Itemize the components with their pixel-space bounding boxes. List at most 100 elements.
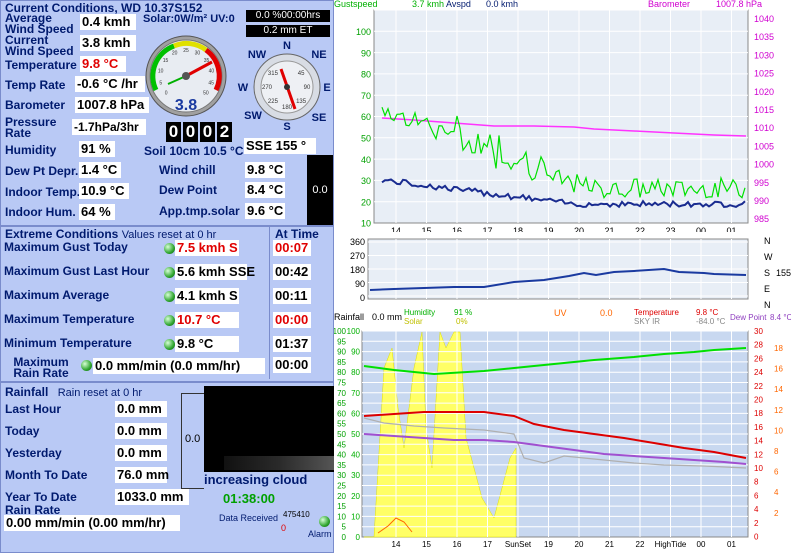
humidity-axis-label: 80 [351,368,360,377]
svg-text:Humidity: Humidity [404,308,435,317]
extreme-row-value: 7.5 kmh S [175,240,239,256]
baro-axis-label: 990 [754,196,769,206]
data-received-count: 475410 [283,510,310,519]
status-led-icon [164,291,175,302]
extreme-row-value: 4.1 kmh S [175,288,239,304]
humidity-axis-label: 70 [351,389,360,398]
extreme-row-value: 5.6 kmh SSE [175,264,256,280]
baro-axis-label: 1020 [754,87,774,97]
rainfall-row-value: 0.0 mm [115,423,167,439]
extreme-row-time: 00:00 [273,312,311,328]
alarm-label[interactable]: Alarm [308,529,332,539]
extreme-row-time: 00:00 [273,357,311,373]
temperature-axis-label: 30 [754,327,763,336]
rainfall-axis-label: 30 [337,471,346,480]
wind-barometer-graph: Gustspeed 3.7 kmh Avspd 0.0 kmh Baromete… [334,0,774,232]
svg-text:1007.8 hPa: 1007.8 hPa [716,0,762,9]
time-axis-label: 14 [392,540,401,549]
cur-wind-label: Current Wind Speed [5,33,74,58]
dewpoint-axis-label: 4 [774,488,779,497]
rainfall-axis-label: 20 [337,492,346,501]
barometer-value: 1007.8 hPa [75,97,149,113]
direction-axis-label: 180 [350,265,365,275]
gauge-tick-label: 0 [165,91,168,97]
extreme-row-label: Maximum Rain Rate [13,355,69,380]
extreme-row-time: 00:11 [273,288,311,304]
temperature-axis-label: 8 [754,478,759,487]
direction-compass-label: S [764,268,770,278]
svg-text:8.4 °C: 8.4 °C [770,313,791,322]
svg-text:N: N [283,40,291,52]
svg-text:9.8 °C: 9.8 °C [696,308,719,317]
humidity-axis-label: 60 [351,409,360,418]
svg-text:Temperature: Temperature [634,308,679,317]
indoor-temp-value: 10.9 °C [79,183,129,199]
status-led-icon [164,339,175,350]
rainfall-row-value: 1033.0 mm [115,489,189,505]
rainfall-axis-label: 15 [337,502,346,511]
gauge-tick-label: 40 [209,69,215,75]
extreme-conditions-panel: Extreme Conditions Values reset at 0 hr … [0,226,334,382]
direction-current-value: 155 [776,268,791,278]
temperature-axis-label: 6 [754,491,759,500]
rainfall-row-label: Yesterday [5,446,62,460]
solar-black-box: 0.0 [307,155,333,225]
gauge-tick-label: 10 [158,69,164,75]
time-axis-label: SunSet [505,540,532,549]
status-led-icon [164,315,175,326]
extreme-row-value: 0.0 mm/min (0.0 mm/hr) [93,358,265,374]
status-led-icon [164,267,175,278]
solar-uv-label: Solar:0W/m² UV:0 [143,13,235,25]
wind-axis-label: 100 [356,27,371,37]
app-temp-label: App.tmp.solar [159,204,240,218]
temp-rate-label: Temp Rate [5,78,66,92]
wind-axis-label: 40 [361,155,371,165]
extreme-row-label: Minimum Temperature [4,336,132,350]
rainfall-axis-label: 80 [337,368,346,377]
temperature-axis-label: 10 [754,464,763,473]
compass-degree-label: 315 [268,71,279,77]
gauge-tick-label: 25 [183,48,189,54]
svg-text:W: W [238,82,249,94]
baro-axis-label: 1015 [754,105,774,115]
temperature-axis-label: 12 [754,450,763,459]
alarm-indicator-icon[interactable] [319,516,330,527]
rainfall-axis-label: 70 [337,389,346,398]
data-received-label: Data Received [219,513,279,523]
compass-degree-label: 90 [304,85,311,91]
baro-axis-label: 995 [754,178,769,188]
rainfall-row-label: Last Hour [5,402,62,416]
humidity-axis-label: 50 [351,430,360,439]
rainfall-row-value: 0.0 mm [115,445,167,461]
rainfall-axis-label: 40 [337,451,346,460]
direction-axis-label: 90 [355,279,365,289]
direction-compass-label: W [764,252,773,262]
temperature-axis-label: 16 [754,423,763,432]
at-time-header: At Time [275,227,319,241]
gauge-tick-label: 20 [172,51,178,57]
rainfall-axis-label: 65 [337,399,346,408]
svg-text:Rainfall: Rainfall [334,312,364,322]
wind-direction-compass: 45 90 135180225 270 315 N NE E SE S SW W NW [238,40,331,131]
temperature-axis-label: 24 [754,368,763,377]
baro-axis-label: 1010 [754,123,774,133]
baro-axis-label: 1005 [754,141,774,151]
temperature-axis-label: 26 [754,354,763,363]
humidity-axis-label: 100 [347,327,361,336]
dew-point-label: Dew Point [159,183,218,197]
extreme-row-value: 9.8 °C [175,336,239,352]
wind-direction-value: SSE 155 ° [244,138,316,154]
svg-text:S: S [283,121,290,131]
direction-compass-label: E [764,284,770,294]
time-axis-label: 21 [605,540,614,549]
time-axis-label: 19 [544,540,553,549]
rainfall-axis-label: 75 [337,379,346,388]
wind-axis-label: 80 [361,70,371,80]
compass-degree-label: 135 [296,99,307,105]
baro-axis-label: 1025 [754,69,774,79]
compass-degree-label: 180 [282,105,293,111]
svg-text:SW: SW [244,110,262,122]
time-axis-label: 22 [636,540,645,549]
compass-degree-label: 45 [298,71,305,77]
humidity-axis-label: 30 [351,471,360,480]
